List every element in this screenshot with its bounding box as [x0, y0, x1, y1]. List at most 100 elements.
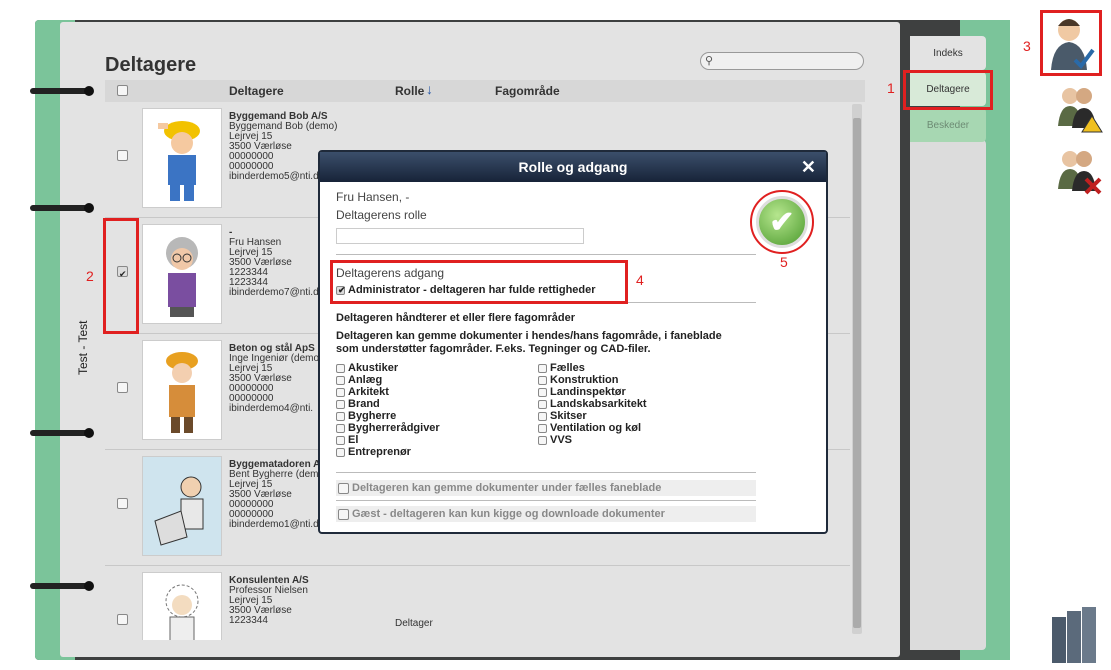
role-input[interactable] — [336, 228, 584, 244]
guest-option[interactable]: Gæst - deltageren kan kun kigge og downl… — [336, 506, 756, 522]
checkbox[interactable] — [538, 375, 547, 385]
highlight-box — [330, 260, 628, 304]
divider — [336, 472, 756, 473]
tab-panel — [910, 140, 986, 650]
row-checkbox[interactable] — [117, 382, 128, 393]
binders-icon[interactable] — [1050, 605, 1105, 663]
area-checkbox-konstruktion[interactable]: Konstruktion — [538, 374, 618, 386]
checkbox-label: VVS — [550, 434, 573, 446]
page-title: Deltagere — [105, 54, 197, 76]
checkbox-label: Landskabsarkitekt — [550, 398, 647, 410]
checkbox[interactable] — [538, 411, 547, 421]
tab-messages[interactable]: Beskeder — [910, 108, 986, 142]
highlight-box — [903, 70, 993, 110]
common-tabs-option[interactable]: Deltageren kan gemme dokumenter under fæ… — [336, 480, 756, 496]
search-icon: ⚲ — [705, 55, 714, 67]
avatar — [142, 456, 222, 556]
checkbox[interactable] — [538, 387, 547, 397]
checkbox[interactable] — [538, 399, 547, 409]
participant-info: - Fru Hansen Lejrvej 15 3500 Værløse 122… — [229, 227, 319, 298]
marker-3: 3 — [1023, 38, 1031, 54]
area-checkbox-faelles[interactable]: Fælles — [538, 362, 585, 374]
search-input[interactable]: ⚲ — [700, 52, 864, 70]
checkbox[interactable] — [336, 363, 345, 373]
area-checkbox-anlaeg[interactable]: Anlæg — [336, 374, 382, 386]
participant-info: Konsulenten A/S Professor Nielsen Lejrve… — [229, 575, 309, 626]
spine-label: Test - Test — [76, 320, 90, 375]
area-checkbox-brand[interactable]: Brand — [336, 398, 380, 410]
areas-heading: Deltageren håndterer et eller flere fago… — [336, 312, 576, 324]
checkbox[interactable] — [336, 399, 345, 409]
avatar — [142, 572, 222, 640]
marker-4: 4 — [636, 272, 644, 288]
highlight-box — [103, 218, 139, 334]
area-checkbox-bygherre[interactable]: Bygherre — [336, 410, 396, 422]
checkbox-label: Bygherrerådgiver — [348, 422, 440, 434]
close-icon[interactable]: ✕ — [801, 152, 816, 182]
checkbox[interactable] — [336, 387, 345, 397]
role-access-dialog: Rolle og adgang ✕ Fru Hansen, - Deltager… — [318, 150, 828, 534]
marker-2: 2 — [86, 268, 94, 284]
row-checkbox[interactable] — [117, 150, 128, 161]
guest-label: Gæst - deltageren kan kun kigge og downl… — [352, 508, 665, 520]
header-area[interactable]: Fagområde — [495, 84, 560, 98]
checkbox-label: Landinspektør — [550, 386, 626, 398]
highlight-box — [1040, 10, 1102, 76]
common-tabs-checkbox[interactable] — [338, 482, 349, 494]
header-participants[interactable]: Deltagere — [229, 84, 284, 98]
tab-index[interactable]: Indeks — [910, 36, 986, 70]
checkbox-label: El — [348, 434, 359, 446]
area-checkbox-landskabsarkitekt[interactable]: Landskabsarkitekt — [538, 398, 647, 410]
users-remove-icon[interactable] — [1052, 145, 1107, 197]
scrollbar-thumb[interactable] — [853, 118, 861, 628]
row-checkbox[interactable] — [117, 498, 128, 509]
participant-role: Deltager — [395, 618, 433, 629]
checkbox-label: Ventilation og køl — [550, 422, 642, 434]
checkbox[interactable] — [336, 375, 345, 385]
checkbox-label: Brand — [348, 398, 380, 410]
person-name: Fru Hansen, - — [336, 190, 410, 204]
area-checkbox-ventilation[interactable]: Ventilation og køl — [538, 422, 641, 434]
sort-arrow-icon[interactable]: ↓ — [426, 81, 433, 97]
participant-info: Byggematadoren A Bent Bygherre (dem Lejr… — [229, 459, 324, 530]
checkbox[interactable] — [336, 447, 345, 457]
checkbox[interactable] — [336, 435, 345, 445]
guest-checkbox[interactable] — [338, 508, 349, 520]
highlight-circle — [750, 190, 814, 254]
dialog-header: Rolle og adgang ✕ — [320, 152, 826, 182]
table-row[interactable]: Konsulenten A/S Professor Nielsen Lejrve… — [105, 566, 850, 640]
divider — [336, 500, 756, 501]
role-label: Deltagerens rolle — [336, 208, 427, 222]
checkbox[interactable] — [336, 411, 345, 421]
common-tabs-label: Deltageren kan gemme dokumenter under fæ… — [352, 482, 662, 494]
area-checkbox-akustiker[interactable]: Akustiker — [336, 362, 398, 374]
avatar — [142, 340, 222, 440]
row-checkbox[interactable] — [117, 614, 128, 625]
dialog-title: Rolle og adgang — [518, 159, 628, 175]
area-checkbox-el[interactable]: El — [336, 434, 358, 446]
checkbox-label: Anlæg — [348, 374, 383, 386]
checkbox[interactable] — [538, 423, 547, 433]
checkbox-label: Konstruktion — [550, 374, 619, 386]
divider — [336, 254, 756, 255]
header-role[interactable]: Rolle — [395, 84, 424, 98]
area-checkbox-vvs[interactable]: VVS — [538, 434, 572, 446]
list-scrollbar[interactable] — [852, 104, 862, 634]
binder-ring — [30, 428, 94, 438]
checkbox-label: Bygherre — [348, 410, 397, 422]
checkbox[interactable] — [538, 435, 547, 445]
select-all-checkbox[interactable] — [117, 85, 128, 96]
checkbox[interactable] — [336, 423, 345, 433]
area-checkbox-entreprenoer[interactable]: Entreprenør — [336, 446, 411, 458]
area-checkbox-bygherreraadgiver[interactable]: Bygherrerådgiver — [336, 422, 440, 434]
users-warning-icon[interactable] — [1052, 82, 1107, 134]
checkbox[interactable] — [538, 363, 547, 373]
participant-info: Beton og stål ApS Inge Ingeniør (demo Le… — [229, 343, 320, 414]
marker-5: 5 — [780, 254, 788, 270]
area-checkbox-arkitekt[interactable]: Arkitekt — [336, 386, 389, 398]
table-header: Deltagere Rolle ↓ Fagområde — [105, 80, 865, 102]
checkbox-label: Arkitekt — [348, 386, 389, 398]
areas-description-1: Deltageren kan gemme dokumenter i hendes… — [336, 330, 722, 342]
area-checkbox-skitser[interactable]: Skitser — [538, 410, 587, 422]
area-checkbox-landinspektoer[interactable]: Landinspektør — [538, 386, 626, 398]
